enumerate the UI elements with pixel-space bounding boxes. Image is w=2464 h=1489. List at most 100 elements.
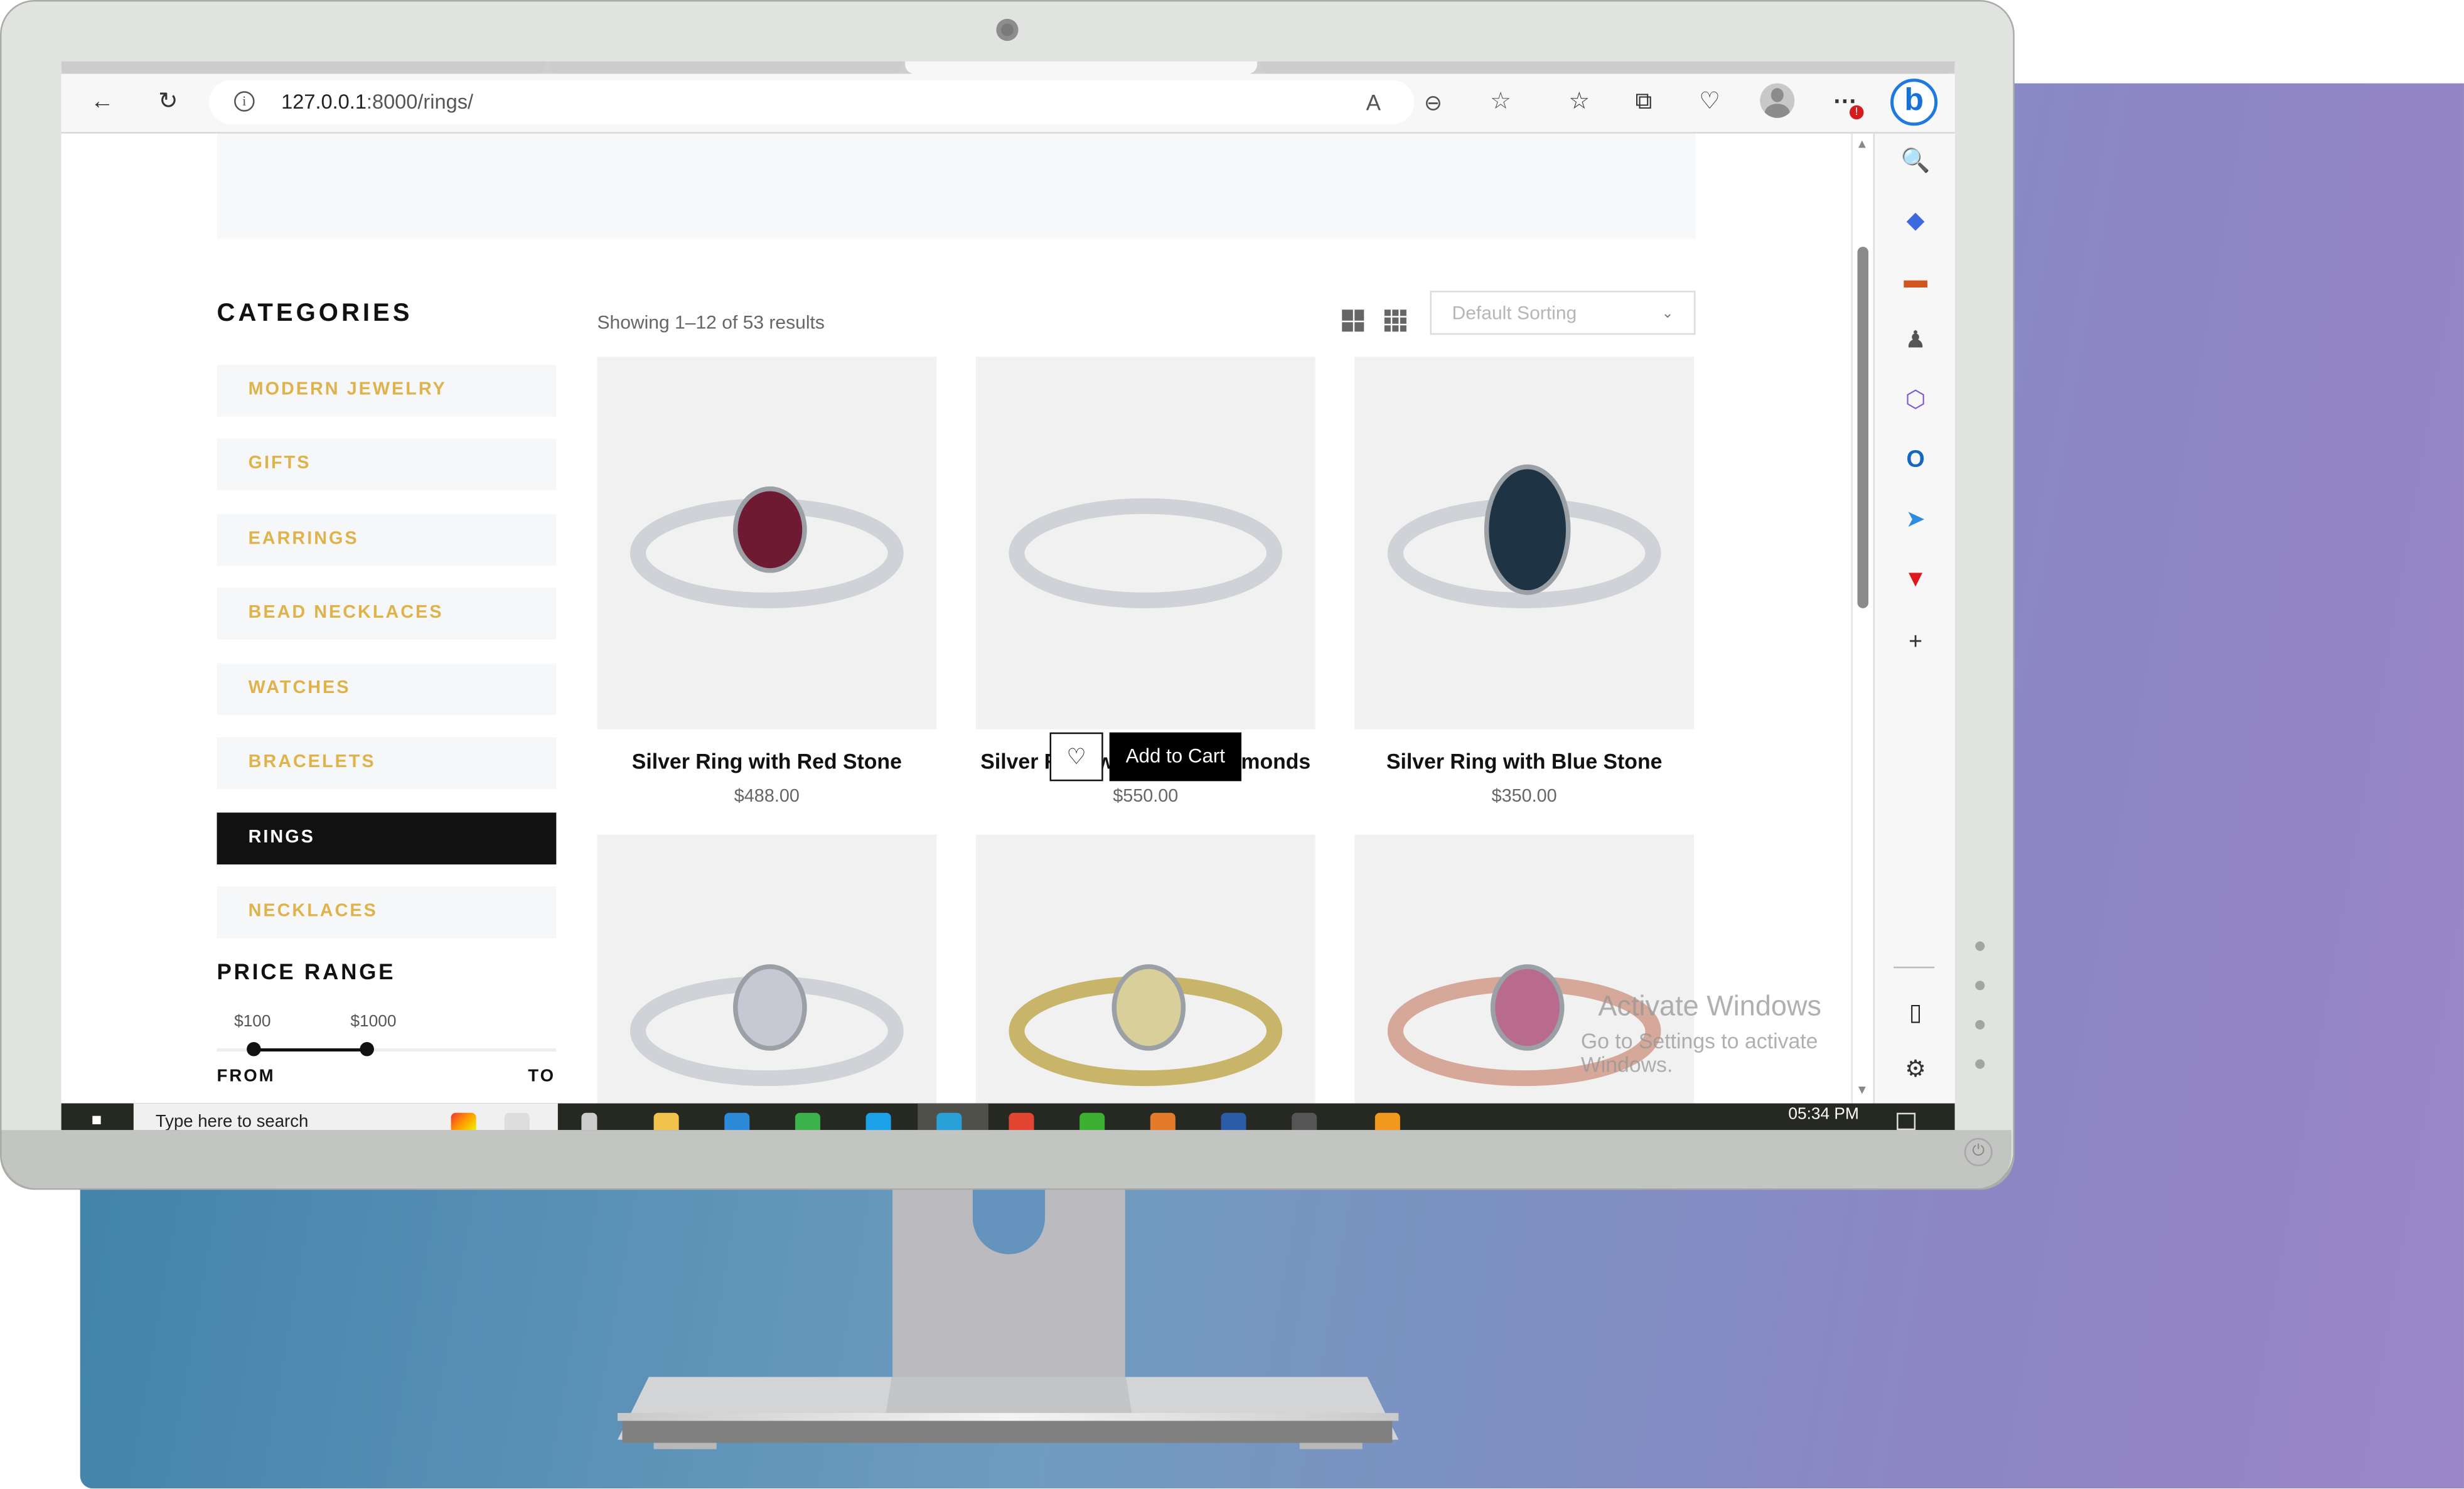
outlook-icon[interactable]: O: [1897, 442, 1934, 480]
edge-sidebar: 🔍 ◆ ▬ ♟ ⬡ O ➤ ▼ + ▯ ⚙: [1873, 133, 1955, 1104]
inkscape-app-icon[interactable]: [504, 1112, 530, 1131]
url-host: 127.0.0.1: [281, 89, 367, 114]
file-explorer-icon[interactable]: [653, 1112, 679, 1131]
search-icon[interactable]: 🔍: [1897, 143, 1934, 181]
wishlist-button[interactable]: ♡: [1049, 732, 1103, 782]
url-text[interactable]: 127.0.0.1:8000/rings/: [281, 90, 473, 114]
tab-active[interactable]: [905, 61, 1258, 74]
ring-gemstone: [1484, 464, 1571, 595]
grid-2-icon[interactable]: [1342, 309, 1364, 332]
price-slider-range: [253, 1048, 367, 1052]
pycharm-icon[interactable]: [1079, 1112, 1105, 1131]
price-max-label: $1000: [350, 1012, 397, 1031]
shopping-tag-icon[interactable]: ◆: [1897, 203, 1934, 240]
categories-title: CATEGORIES: [217, 300, 413, 327]
sort-select[interactable]: Default Sorting ⌄: [1430, 291, 1696, 335]
monitor-button: [1975, 981, 1985, 991]
xampp-icon[interactable]: [1150, 1112, 1176, 1131]
product-price: $350.00: [1491, 787, 1557, 807]
browser-toolbar: ← ↻ i 127.0.0.1:8000/rings/ A ⊖ ☆ ☆ ⧉ ♡ …: [61, 73, 1955, 134]
task-view-icon[interactable]: [581, 1112, 597, 1131]
chrome-icon[interactable]: [1009, 1112, 1034, 1131]
store-icon[interactable]: [724, 1112, 750, 1131]
taskbar-search-box[interactable]: Type here to search: [133, 1103, 558, 1131]
favorites-list-icon[interactable]: ☆: [1562, 85, 1597, 119]
sidebar-divider: [1894, 966, 1935, 969]
monitor-foot-pad: [653, 1443, 717, 1449]
read-aloud-icon[interactable]: A: [1356, 85, 1391, 119]
collections-icon[interactable]: ⧉: [1626, 85, 1661, 119]
tab[interactable]: [61, 61, 545, 74]
ring-illustration: [630, 964, 904, 1087]
tools-icon[interactable]: ▬: [1897, 262, 1934, 300]
edge-icon[interactable]: [936, 1112, 962, 1131]
scroll-up-icon[interactable]: ▲: [1856, 137, 1868, 151]
refresh-icon[interactable]: ↻: [151, 85, 185, 119]
page-viewport: CATEGORIES MODERN JEWELRY GIFTS EARRINGS BE…: [61, 133, 1873, 1104]
games-icon[interactable]: ♟: [1897, 322, 1934, 360]
back-icon[interactable]: ←: [85, 85, 119, 119]
webcam-icon: [996, 19, 1019, 41]
category-item[interactable]: MODERN JEWELRY: [217, 364, 557, 417]
category-item[interactable]: RINGS: [217, 812, 557, 865]
product-image[interactable]: [597, 357, 937, 729]
whatsapp-icon[interactable]: [795, 1112, 820, 1131]
ring-gemstone: [1111, 964, 1186, 1051]
profile-avatar-icon[interactable]: [1760, 83, 1795, 118]
browser-window: ← ↻ i 127.0.0.1:8000/rings/ A ⊖ ☆ ☆ ⧉ ♡ …: [61, 61, 1955, 1131]
ring-band: [1009, 498, 1283, 608]
tab[interactable]: [1260, 61, 1955, 74]
tab[interactable]: [550, 61, 903, 74]
activation-watermark-text: Go to Settings to activate Windows.: [1580, 1029, 1818, 1077]
zoom-out-icon[interactable]: ⊖: [1416, 85, 1450, 119]
ring-gemstone: [733, 964, 807, 1051]
category-item[interactable]: EARRINGS: [217, 513, 557, 566]
word-icon[interactable]: [1221, 1112, 1246, 1131]
grid-3-icon[interactable]: [1384, 309, 1406, 332]
ring-illustration: [1009, 964, 1283, 1087]
taskbar-clock[interactable]: 05:34 PM: [1788, 1105, 1859, 1124]
monitor-stand-lip: [617, 1412, 1399, 1421]
terminal-icon[interactable]: [1292, 1112, 1317, 1131]
split-screen-icon[interactable]: ▯: [1897, 995, 1934, 1033]
category-item[interactable]: BEAD NECKLACES: [217, 588, 557, 640]
price-slider-max-handle[interactable]: [360, 1042, 374, 1056]
product-image[interactable]: [597, 834, 937, 1104]
ring-gemstone: [733, 486, 807, 573]
skype-icon[interactable]: [865, 1112, 891, 1131]
paint-app-icon[interactable]: [451, 1112, 476, 1131]
add-to-cart-button[interactable]: Add to Cart: [1109, 732, 1242, 782]
page-banner: [217, 133, 1696, 239]
product-title[interactable]: Silver Ring with Red Stone: [597, 750, 936, 773]
category-item[interactable]: NECKLACES: [217, 886, 557, 938]
notifications-icon[interactable]: [1897, 1112, 1916, 1131]
settings-icon[interactable]: ⚙: [1897, 1051, 1934, 1089]
tubi-icon[interactable]: ▼: [1897, 561, 1934, 599]
to-label: TO: [528, 1067, 556, 1087]
favorite-star-icon[interactable]: ☆: [1484, 85, 1518, 119]
bing-copilot-icon[interactable]: b: [1890, 78, 1938, 126]
monitor-chin: [1, 1130, 2011, 1188]
add-icon[interactable]: +: [1897, 624, 1934, 662]
send-icon[interactable]: ➤: [1897, 502, 1934, 539]
browser-essentials-icon[interactable]: ♡: [1693, 85, 1727, 119]
weather-icon[interactable]: [1374, 1112, 1400, 1131]
price-slider-min-handle[interactable]: [247, 1042, 261, 1056]
windows-start-icon[interactable]: ■: [61, 1103, 132, 1131]
tab-strip: [61, 61, 1955, 74]
monitor-button: [1975, 1019, 1985, 1029]
product-image[interactable]: [975, 357, 1315, 729]
product-image[interactable]: [1354, 357, 1695, 729]
scrollbar-thumb[interactable]: [1857, 247, 1869, 608]
category-item[interactable]: WATCHES: [217, 663, 557, 716]
address-bar[interactable]: i 127.0.0.1:8000/rings/ A ⊖: [209, 80, 1442, 124]
category-item[interactable]: GIFTS: [217, 438, 557, 491]
product-title[interactable]: Silver Ring with Blue Stone: [1354, 750, 1694, 773]
microsoft-365-icon[interactable]: ⬡: [1897, 382, 1934, 419]
info-icon[interactable]: i: [234, 91, 255, 112]
category-item[interactable]: BRACELETS: [217, 737, 557, 789]
product-image[interactable]: [975, 834, 1315, 1104]
results-count: Showing 1–12 of 53 results: [597, 311, 825, 333]
scroll-down-icon[interactable]: ▼: [1856, 1083, 1868, 1097]
page-scrollbar[interactable]: ▲ ▼: [1851, 133, 1875, 1104]
